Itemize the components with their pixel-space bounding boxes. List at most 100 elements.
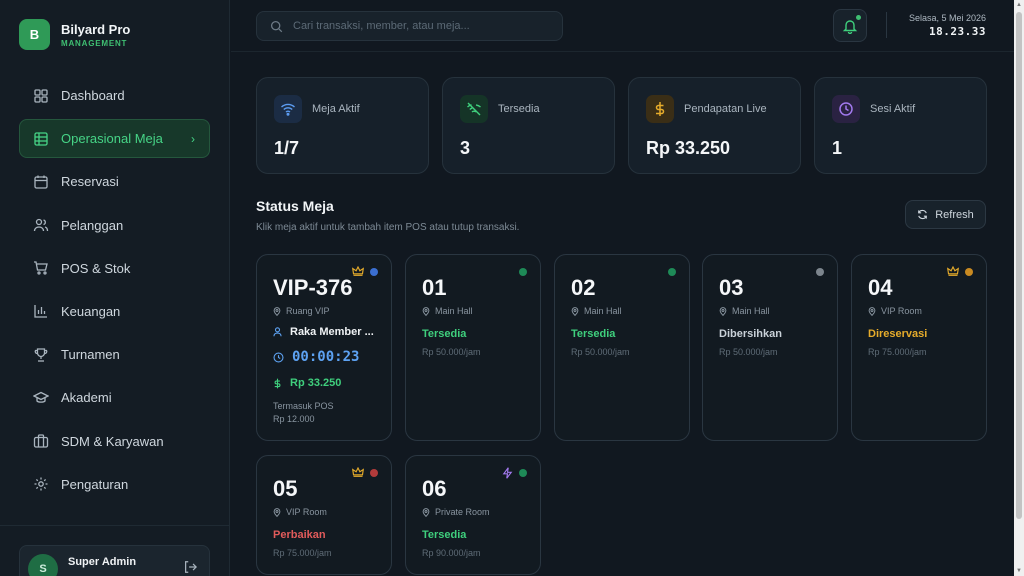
sidebar-item-pos-stok[interactable]: POS & Stok [19, 249, 210, 288]
brand-name: Bilyard Pro [61, 21, 131, 37]
table-card-02[interactable]: 02 Main Hall Tersedia Rp 50.000/jam [554, 254, 690, 441]
member-row: Raka Member ... [273, 326, 374, 338]
notification-button[interactable] [833, 9, 867, 42]
table-rate: Rp 50.000/jam [719, 347, 778, 357]
location-label: VIP Room [881, 306, 922, 316]
table-card-01[interactable]: 01 Main Hall Tersedia Rp 50.000/jam [405, 254, 541, 441]
table-status: Perbaikan [273, 529, 326, 541]
stat-label: Pendapatan Live [684, 103, 767, 115]
sidebar-nav: Dashboard Operasional Meja › Reservasi P… [19, 76, 210, 508]
user-icon [273, 327, 282, 337]
session-amount: Rp 33.250 [290, 377, 342, 389]
stat-card-meja-aktif: Meja Aktif 1/7 [256, 77, 429, 174]
brand[interactable]: B Bilyard Pro MANAGEMENT [19, 19, 130, 50]
stat-value: 1 [832, 138, 843, 158]
map-pin-icon [719, 306, 727, 316]
scroll-up-arrow-icon[interactable]: ▲ [1016, 2, 1022, 8]
stat-value: 1/7 [274, 138, 300, 158]
notification-dot [856, 15, 861, 20]
table-card-06[interactable]: 06 Private Room Tersedia Rp 90.000/jam [405, 455, 541, 575]
crown-icon [352, 467, 364, 477]
table-rate: Rp 75.000/jam [868, 347, 927, 357]
refresh-icon [918, 209, 928, 220]
page-scrollbar[interactable]: ▲ ▼ [1014, 0, 1024, 576]
map-pin-icon [571, 306, 579, 316]
search-bar[interactable] [256, 11, 563, 41]
location-label: Private Room [435, 507, 490, 517]
refresh-button[interactable]: Refresh [905, 200, 986, 229]
current-time: 18.23.33 [929, 25, 986, 38]
sidebar-item-keuangan[interactable]: Keuangan [19, 292, 210, 331]
stat-icon-box [460, 95, 488, 123]
map-pin-icon [273, 507, 281, 517]
table-rate: Rp 50.000/jam [422, 347, 481, 357]
table-card-05[interactable]: 05 VIP Room Perbaikan Rp 75.000/jam [256, 455, 392, 575]
wifi-off-icon [467, 102, 481, 116]
sidebar-item-pengaturan[interactable]: Pengaturan [19, 465, 210, 504]
table-rate: Rp 90.000/jam [422, 548, 481, 558]
gear-icon [34, 477, 48, 491]
table-rate: Rp 75.000/jam [273, 548, 332, 558]
location-label: VIP Room [286, 507, 327, 517]
sidebar-item-pelanggan[interactable]: Pelanggan [19, 206, 210, 245]
section-title: Status Meja [256, 198, 334, 214]
datetime-display: Selasa, 5 Mei 2026 18.23.33 [909, 13, 986, 38]
table-name: 02 [571, 275, 596, 300]
current-date: Selasa, 5 Mei 2026 [908, 13, 986, 23]
table-status: Tersedia [422, 529, 467, 541]
table-location: Main Hall [422, 306, 473, 316]
sidebar-item-operasional-meja[interactable]: Operasional Meja › [19, 119, 210, 159]
scroll-down-arrow-icon[interactable]: ▼ [1016, 568, 1022, 574]
table-location: VIP Room [868, 306, 922, 316]
bar-chart-icon [34, 305, 47, 319]
refresh-label: Refresh [935, 208, 974, 221]
sidebar-item-label: Dashboard [61, 88, 125, 103]
header-divider [886, 12, 887, 38]
chevron-right-icon: › [191, 132, 195, 147]
status-dot [519, 268, 527, 276]
user-profile[interactable]: S Super Admin [19, 545, 210, 576]
graduation-cap-icon [33, 391, 49, 403]
table-card-vip-376[interactable]: VIP-376 Ruang VIP Raka Member ... 00:00:… [256, 254, 392, 441]
location-label: Main Hall [584, 306, 622, 316]
section-subtitle: Klik meja aktif untuk tambah item POS at… [256, 222, 520, 233]
table-card-03[interactable]: 03 Main Hall Dibersihkan Rp 50.000/jam [702, 254, 838, 441]
sidebar-item-turnamen[interactable]: Turnamen [19, 335, 210, 374]
stat-label: Meja Aktif [312, 103, 360, 115]
sidebar-item-akademi[interactable]: Akademi [19, 378, 210, 417]
session-timer: 00:00:23 [292, 349, 360, 365]
briefcase-icon [33, 434, 49, 448]
dollar-icon [274, 378, 281, 388]
sidebar-item-reservasi[interactable]: Reservasi [19, 162, 210, 201]
sidebar-item-sdm-karyawan[interactable]: SDM & Karyawan [19, 422, 210, 461]
map-pin-icon [422, 507, 430, 517]
user-name: Super Admin [68, 556, 137, 568]
scrollbar-thumb[interactable] [1016, 12, 1022, 519]
map-pin-icon [422, 306, 430, 316]
table-location: Private Room [422, 507, 490, 517]
wifi-icon [281, 103, 295, 116]
search-input[interactable] [293, 20, 553, 32]
table-status: Dibersihkan [719, 328, 782, 340]
sidebar-item-dashboard[interactable]: Dashboard [19, 76, 210, 115]
stat-card-tersedia: Tersedia 3 [442, 77, 615, 174]
brand-subtitle: MANAGEMENT [61, 38, 128, 48]
table-name: 01 [422, 275, 447, 300]
table-card-04[interactable]: 04 VIP Room Direservasi Rp 75.000/jam [851, 254, 987, 441]
stat-icon-box [274, 95, 302, 123]
location-label: Ruang VIP [286, 306, 330, 316]
clock-icon [839, 102, 853, 116]
location-label: Main Hall [732, 306, 770, 316]
table-location: Ruang VIP [273, 306, 330, 316]
table-name: 06 [422, 476, 447, 501]
logout-icon[interactable] [183, 560, 197, 574]
status-dot [965, 268, 973, 276]
avatar: S [28, 554, 58, 576]
table-name: VIP-376 [273, 275, 353, 300]
sidebar-item-label: Reservasi [61, 174, 119, 190]
status-dot [816, 268, 824, 276]
crown-icon [947, 266, 959, 276]
search-icon [270, 20, 283, 32]
table-location: VIP Room [273, 507, 327, 517]
sidebar-item-label: Keuangan [61, 303, 121, 319]
